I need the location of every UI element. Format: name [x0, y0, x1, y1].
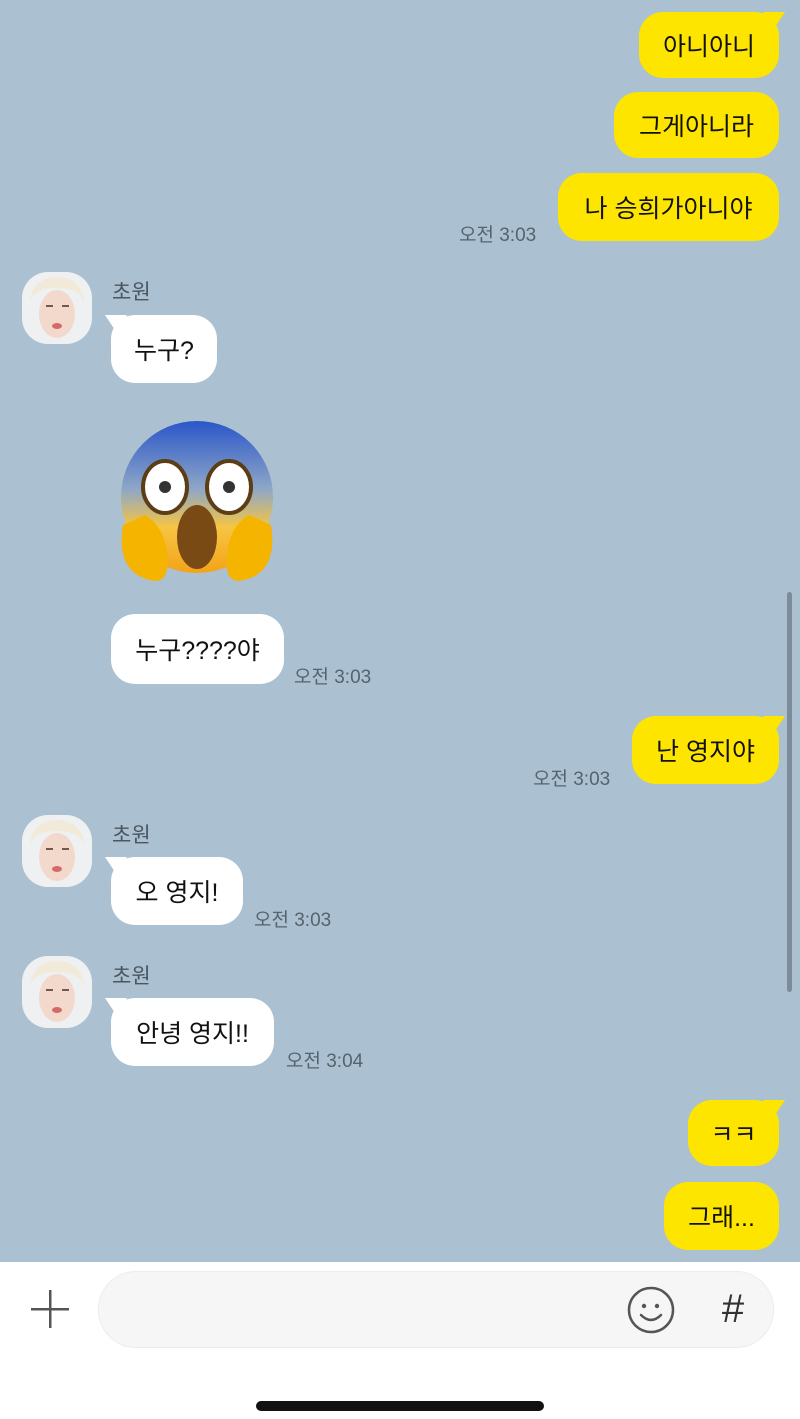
message-time: 오전 3:04: [286, 1051, 364, 1072]
bubble-tail: [105, 857, 127, 875]
my-message[interactable]: ㅋㅋ: [688, 1100, 785, 1166]
hashtag-button[interactable]: #: [708, 1283, 758, 1335]
message-time: 오전 3:03: [459, 225, 537, 246]
their-message[interactable]: 오 영지!: [105, 857, 243, 925]
face-screaming-in-fear-emoji[interactable]: [115, 415, 280, 587]
avatar[interactable]: [22, 272, 92, 344]
my-message[interactable]: 그래...: [664, 1182, 779, 1250]
profile-photo: [22, 272, 92, 344]
bubble-tail: [763, 716, 785, 734]
their-message[interactable]: 안녕 영지!!: [105, 998, 274, 1066]
message-text: ㅋㅋ: [710, 1121, 757, 1149]
message-time: 오전 3:03: [254, 910, 332, 931]
message-text: 난 영지야: [656, 738, 755, 766]
message-text: 그게아니라: [638, 113, 754, 141]
avatar[interactable]: [22, 815, 92, 887]
sender-name: 초원: [112, 965, 151, 988]
profile-photo: [22, 815, 92, 887]
scrollbar[interactable]: [787, 592, 792, 992]
bubble-tail: [763, 12, 785, 30]
message-text: 오 영지!: [135, 879, 219, 907]
chat-area[interactable]: 아니아니 그게아니라 나 승희가아니야 오전 3:03 초원 누구? 누구???…: [0, 0, 800, 1262]
smiley-icon[interactable]: [626, 1285, 676, 1335]
their-message[interactable]: 누구????야: [111, 614, 284, 684]
bubble-tail: [763, 1100, 785, 1118]
profile-photo: [22, 956, 92, 1028]
sender-name: 초원: [112, 824, 151, 847]
plus-icon[interactable]: [28, 1287, 72, 1331]
bubble-tail: [105, 998, 127, 1016]
message-text: 누구????야: [135, 637, 260, 665]
message-time: 오전 3:03: [533, 769, 611, 790]
their-message[interactable]: 누구?: [105, 315, 217, 383]
message-text: 나 승희가아니야: [584, 195, 753, 223]
bubble-tail: [105, 315, 127, 333]
my-message[interactable]: 아니아니: [639, 12, 785, 78]
message-text: 안녕 영지!!: [136, 1020, 249, 1048]
message-text: 누구?: [134, 337, 194, 365]
my-message[interactable]: 그게아니라: [614, 92, 779, 158]
my-message[interactable]: 난 영지야: [632, 716, 785, 784]
sender-name: 초원: [112, 281, 151, 304]
avatar[interactable]: [22, 956, 92, 1028]
home-indicator[interactable]: [256, 1401, 544, 1411]
message-text: 그래...: [688, 1204, 755, 1232]
message-time: 오전 3:03: [294, 667, 372, 688]
my-message[interactable]: 나 승희가아니야: [558, 173, 779, 241]
message-text: 아니아니: [662, 33, 755, 61]
